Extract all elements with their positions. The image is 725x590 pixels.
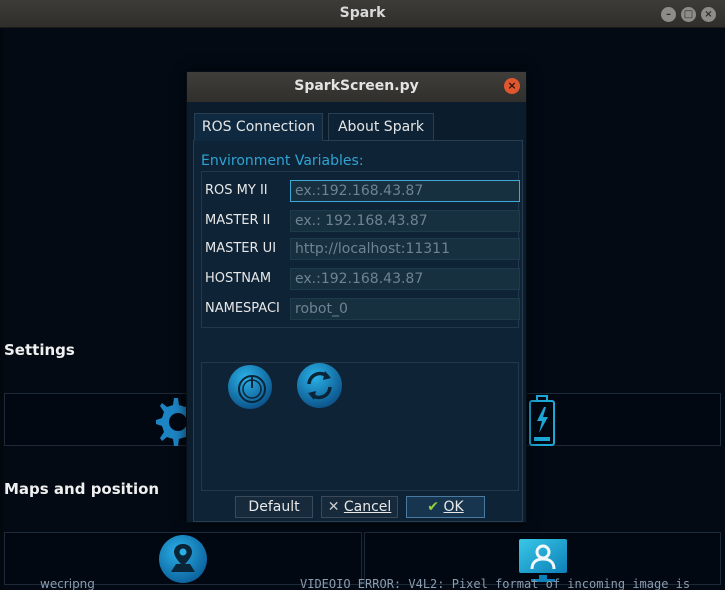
ros-my-ip-label: ROS MY II <box>205 183 268 198</box>
left-edge <box>0 29 3 590</box>
dialog-close-icon[interactable]: × <box>504 78 520 94</box>
main-window: Spark – □ × Settings Maps and position w… <box>0 0 725 590</box>
window-titlebar[interactable]: Spark – □ × <box>0 0 725 28</box>
background-text-left: wecripng <box>40 577 95 590</box>
cancel-button[interactable]: ✕ Cancel <box>321 496 398 518</box>
ok-button[interactable]: ✔ OK <box>406 496 485 518</box>
dialog-titlebar[interactable]: SparkScreen.py × <box>187 72 526 102</box>
settings-heading: Settings <box>4 341 75 359</box>
close-icon[interactable]: × <box>701 7 716 22</box>
refresh-icon[interactable] <box>296 362 343 409</box>
map-location-icon <box>159 535 207 583</box>
dialog-title: SparkScreen.py <box>294 78 419 94</box>
namespace-input[interactable]: robot_0 <box>290 298 520 320</box>
check-icon: ✔ <box>427 499 440 515</box>
ok-label: OK <box>443 499 464 515</box>
battery-icon <box>529 395 555 446</box>
environment-variables-label: Environment Variables: <box>201 153 364 169</box>
master-ip-label: MASTER II <box>205 213 271 228</box>
master-uri-input[interactable]: http://localhost:11311 <box>290 238 520 260</box>
window-title: Spark <box>339 5 386 21</box>
master-uri-label: MASTER UI <box>205 241 277 256</box>
master-ip-input[interactable]: ex.: 192.168.43.87 <box>290 210 520 232</box>
maps-heading: Maps and position <box>4 480 160 498</box>
default-button[interactable]: Default <box>235 496 313 518</box>
tab-about-spark[interactable]: About Spark <box>328 113 434 141</box>
spark-screen-dialog: SparkScreen.py × ROS Connection About Sp… <box>186 71 527 523</box>
cancel-label: Cancel <box>343 499 392 515</box>
background-text-right: VIDEOIO ERROR: V4L2: Pixel format of inc… <box>300 577 691 590</box>
cancel-x-icon: ✕ <box>327 499 340 515</box>
hostname-input[interactable]: ex.:192.168.43.87 <box>290 268 520 290</box>
tab-ros-connection[interactable]: ROS Connection <box>194 113 323 141</box>
maximize-icon[interactable]: □ <box>681 7 696 22</box>
namespace-label: NAMESPACI <box>205 301 280 316</box>
minimize-icon[interactable]: – <box>661 7 676 22</box>
hostname-label: HOSTNAM <box>205 271 272 286</box>
ros-my-ip-input[interactable]: ex.:192.168.43.87 <box>290 180 520 202</box>
power-icon[interactable] <box>227 364 273 410</box>
